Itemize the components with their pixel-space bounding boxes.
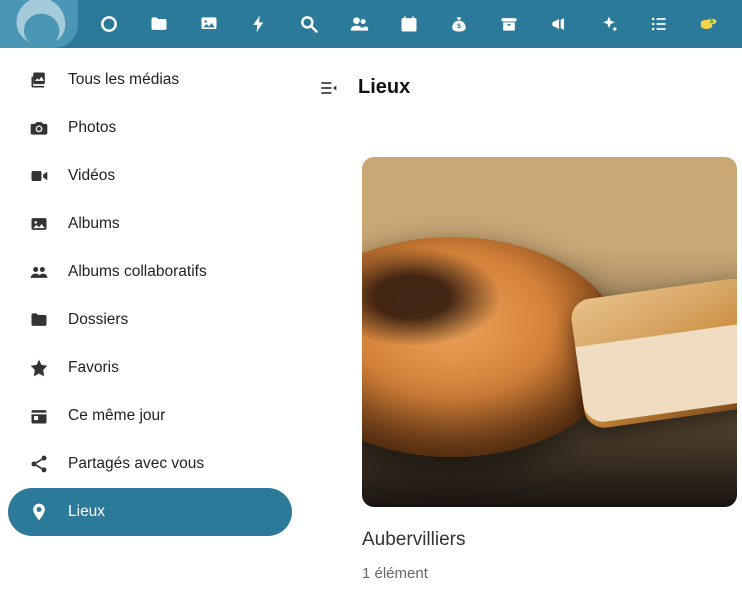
video-icon [28,165,50,187]
users-icon[interactable] [348,13,370,35]
sidebar-item-same-day[interactable]: Ce même jour [8,392,292,440]
megaphone-icon[interactable] [548,13,570,35]
archive-icon[interactable] [498,13,520,35]
collapse-sidebar-icon[interactable] [318,78,338,98]
sidebar-item-label: Ce même jour [68,407,165,425]
place-thumbnail [362,157,737,507]
calendar-today-icon [28,405,50,427]
sidebar-item-label: Photos [68,119,116,137]
main-header: Lieux [300,76,742,99]
location-icon [28,501,50,523]
sidebar-item-albums[interactable]: Albums [8,200,292,248]
group-icon [28,261,50,283]
sparkle-icon[interactable] [598,13,620,35]
app-logo[interactable] [0,0,78,48]
main-content: Lieux Aubervilliers 1 élément [300,48,742,598]
sidebar-item-favorites[interactable]: Favoris [8,344,292,392]
topbar: $ $ [0,0,742,48]
camera-icon [28,117,50,139]
sidebar-item-label: Favoris [68,359,119,377]
place-name: Aubervilliers [362,529,737,551]
image-stack-icon [28,69,50,91]
page-title: Lieux [358,76,410,99]
sidebar-item-all-media[interactable]: Tous les médias [8,56,292,104]
coins-icon[interactable]: $ [698,13,720,35]
sidebar: Tous les médias Photos Vidéos Albums Alb… [0,48,300,598]
place-count: 1 élément [362,565,737,582]
sidebar-item-label: Partagés avec vous [68,455,204,473]
svg-text:$: $ [457,23,461,30]
bolt-icon[interactable] [248,13,270,35]
sidebar-item-places[interactable]: Lieux [8,488,292,536]
money-bag-icon[interactable]: $ [448,13,470,35]
sidebar-item-collab-albums[interactable]: Albums collaboratifs [8,248,292,296]
sidebar-item-label: Vidéos [68,167,115,185]
sidebar-item-folders[interactable]: Dossiers [8,296,292,344]
sidebar-item-label: Tous les médias [68,71,179,89]
image-frame-icon [28,213,50,235]
sidebar-item-label: Dossiers [68,311,128,329]
sidebar-item-label: Albums [68,215,120,233]
layout: Tous les médias Photos Vidéos Albums Alb… [0,48,742,598]
sidebar-item-photos[interactable]: Photos [8,104,292,152]
logo-swirl-icon [9,0,69,48]
sidebar-item-videos[interactable]: Vidéos [8,152,292,200]
share-icon [28,453,50,475]
sidebar-item-label: Albums collaboratifs [68,263,207,281]
image-icon[interactable] [198,13,220,35]
folder-icon [28,309,50,331]
folder-icon[interactable] [148,13,170,35]
sidebar-item-shared[interactable]: Partagés avec vous [8,440,292,488]
place-card[interactable]: Aubervilliers 1 élément [362,157,737,582]
sidebar-item-label: Lieux [68,503,105,521]
topbar-icons: $ $ [78,13,720,35]
circle-icon[interactable] [98,13,120,35]
list-icon[interactable] [648,13,670,35]
calendar-icon[interactable] [398,13,420,35]
star-icon [28,357,50,379]
search-icon[interactable] [298,13,320,35]
